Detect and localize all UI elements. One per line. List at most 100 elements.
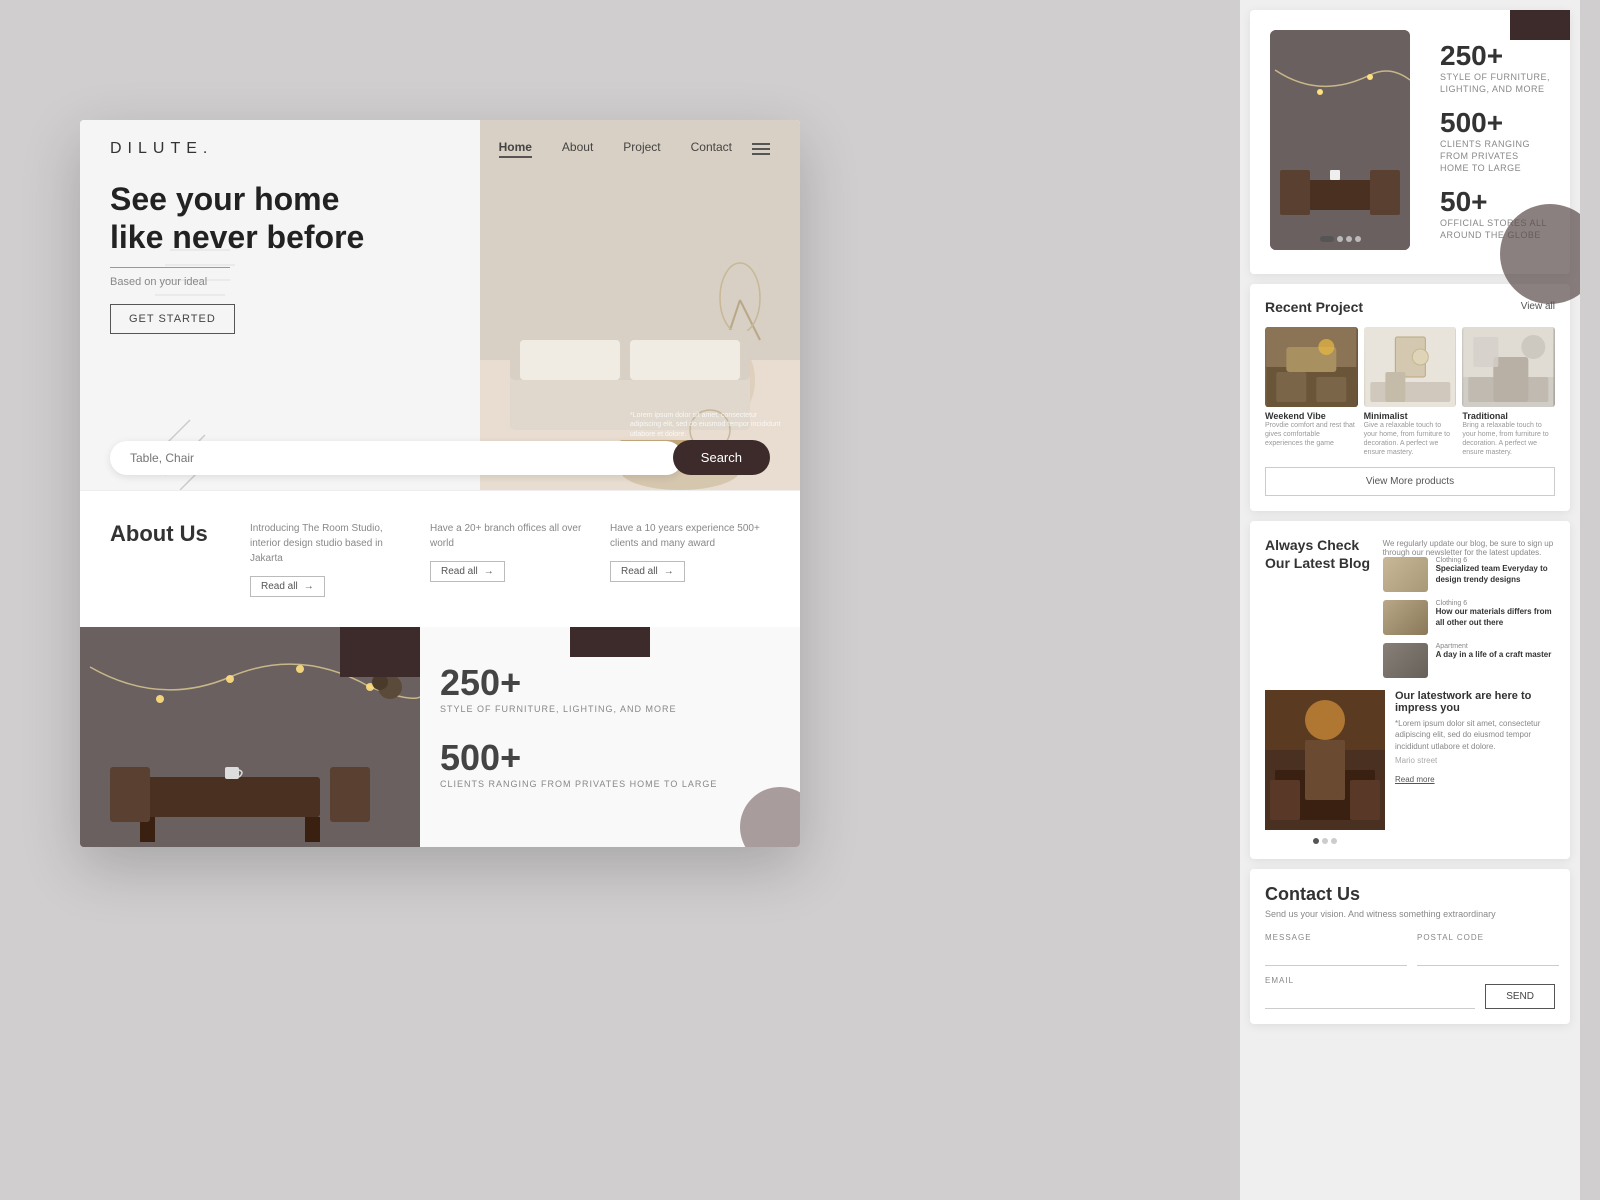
- stat-label-1: STYLE OF FURNITURE, LIGHTING, AND MORE: [440, 704, 780, 714]
- arrow-icon: →: [304, 581, 314, 592]
- dot-3[interactable]: [1346, 236, 1352, 242]
- form-row-1: MESSAGE POSTAL CODE: [1265, 933, 1555, 966]
- blog-item-title-2: How our materials differs from all other…: [1436, 607, 1555, 628]
- blog-section: Always Check Our Latest Blog We regularl…: [1250, 521, 1570, 859]
- project-image-3: [1462, 327, 1555, 407]
- blog-item-image-3: [1383, 643, 1428, 678]
- hero-section: DILUTE. Home About Project Contact: [80, 120, 800, 490]
- stats-card-image: [1270, 30, 1410, 250]
- brand-logo: DILUTE.: [110, 140, 213, 158]
- project-desc-3: Bring a relaxable touch to your home, fr…: [1462, 421, 1555, 457]
- about-items: Introducing The Room Studio, interior de…: [250, 521, 770, 597]
- project-desc-2: Give a relaxable touch to your home, fro…: [1364, 421, 1457, 457]
- nav-contact[interactable]: Contact: [691, 140, 732, 158]
- blog-author: Mario street: [1395, 756, 1555, 765]
- postal-input[interactable]: [1417, 945, 1559, 966]
- website-mockup: DILUTE. Home About Project Contact: [80, 120, 800, 847]
- project-card-3: Traditional Bring a relaxable touch to y…: [1462, 327, 1555, 457]
- blog-section-title: Always Check Our Latest Blog: [1265, 536, 1371, 572]
- email-label: EMAIL: [1265, 976, 1475, 985]
- stat-number-2: 500+: [440, 737, 780, 779]
- arrow-icon: →: [484, 566, 494, 577]
- message-label: MESSAGE: [1265, 933, 1407, 942]
- right-stat-label-1: STYLE OF FURNITURE, LIGHTING, AND MORE: [1440, 72, 1550, 95]
- search-input-wrap: [110, 441, 683, 475]
- search-bar: Search: [110, 440, 770, 475]
- blog-carousel-dots: [1265, 838, 1385, 844]
- postal-group: POSTAL CODE: [1417, 933, 1559, 966]
- blog-item-title-3: A day in a life of a craft master: [1436, 650, 1555, 660]
- hero-content: See your home like never before Based on…: [110, 180, 390, 334]
- contact-title: Contact Us: [1265, 884, 1555, 905]
- view-more-button[interactable]: View More products: [1265, 467, 1555, 496]
- brown-accent: [1510, 10, 1570, 40]
- about-item-text-1: Introducing The Room Studio, interior de…: [250, 521, 410, 566]
- stats-card-inner: 250+ STYLE OF FURNITURE, LIGHTING, AND M…: [1270, 30, 1550, 254]
- blog-main-text: *Lorem ipsum dolor sit amet, consectetur…: [1395, 718, 1555, 752]
- recent-projects-header: Recent Project View all: [1265, 299, 1555, 315]
- about-item-3: Have a 10 years experience 500+ clients …: [610, 521, 770, 597]
- nav-links: Home About Project Contact: [499, 140, 732, 158]
- about-item-2: Have a 20+ branch offices all over world…: [430, 521, 590, 597]
- about-item-1: Introducing The Room Studio, interior de…: [250, 521, 410, 597]
- read-all-btn-3[interactable]: Read all →: [610, 561, 685, 582]
- right-stat-label-2: CLIENTS RANGING FROM PRIVATES HOME TO LA…: [1440, 139, 1550, 174]
- dot-2[interactable]: [1337, 236, 1343, 242]
- read-all-btn-2[interactable]: Read all →: [430, 561, 505, 582]
- brown-block: [340, 627, 420, 677]
- project-desc-1: Provdie comfort and rest that gives comf…: [1265, 421, 1358, 448]
- about-item-text-3: Have a 10 years experience 500+ clients …: [610, 521, 770, 551]
- project-card-2: Minimalist Give a relaxable touch to you…: [1364, 327, 1457, 457]
- blog-item-text-3: Apartment A day in a life of a craft mas…: [1436, 643, 1555, 660]
- blog-main-image: [1265, 690, 1385, 830]
- message-input[interactable]: [1265, 945, 1407, 966]
- nav-about[interactable]: About: [562, 140, 593, 158]
- blog-item-cat-1: Clothing 6: [1436, 557, 1555, 564]
- email-input[interactable]: [1265, 988, 1475, 1009]
- arrow-icon: →: [664, 566, 674, 577]
- lorem-text: *Lorem ipsum dolor sit amet, consectetur…: [630, 411, 790, 440]
- read-more-link[interactable]: Read more: [1395, 775, 1435, 784]
- nav-home[interactable]: Home: [499, 140, 532, 158]
- stat-number-1: 250+: [440, 662, 780, 704]
- recent-projects-section: Recent Project View all Weekend Vibe Pro…: [1250, 284, 1570, 511]
- blog-item-3: Apartment A day in a life of a craft mas…: [1383, 643, 1555, 678]
- blog-item-image-1: [1383, 557, 1428, 592]
- blog-item-image-2: [1383, 600, 1428, 635]
- blog-section-header: Always Check Our Latest Blog We regularl…: [1265, 536, 1555, 678]
- contact-subtitle: Send us your vision. And witness somethi…: [1265, 909, 1555, 919]
- blog-main-image-wrap: [1265, 690, 1385, 844]
- blog-dot-3[interactable]: [1331, 838, 1337, 844]
- contact-form: MESSAGE POSTAL CODE EMAIL SEND: [1265, 933, 1555, 1009]
- read-all-btn-1[interactable]: Read all →: [250, 576, 325, 597]
- send-button[interactable]: SEND: [1485, 984, 1555, 1009]
- get-started-button[interactable]: GET STARTED: [110, 304, 235, 334]
- projects-grid: Weekend Vibe Provdie comfort and rest th…: [1265, 327, 1555, 457]
- hero-title: See your home like never before: [110, 180, 390, 257]
- blog-item-1: Clothing 6 Specialized team Everyday to …: [1383, 557, 1555, 592]
- blog-dot-1[interactable]: [1313, 838, 1319, 844]
- blog-main-content: Our latestwork are here to impress you *…: [1395, 690, 1555, 844]
- right-stat-number-1: 250+: [1440, 40, 1550, 72]
- stats-col: 250+ STYLE OF FURNITURE, LIGHTING, AND M…: [420, 627, 800, 847]
- dot-4[interactable]: [1355, 236, 1361, 242]
- bottom-section: 250+ STYLE OF FURNITURE, LIGHTING, AND M…: [80, 627, 800, 847]
- blog-item-text-2: Clothing 6 How our materials differs fro…: [1436, 600, 1555, 628]
- nav-project[interactable]: Project: [623, 140, 660, 158]
- stat-label-2: CLIENTS RANGING FROM PRIVATES HOME TO LA…: [440, 779, 780, 789]
- search-button[interactable]: Search: [673, 440, 770, 475]
- hamburger-menu[interactable]: [752, 143, 770, 155]
- message-group: MESSAGE: [1265, 933, 1407, 966]
- blog-dot-2[interactable]: [1322, 838, 1328, 844]
- blog-section-desc: We regularly update our blog, be sure to…: [1383, 539, 1555, 557]
- dot-1[interactable]: [1320, 236, 1334, 242]
- navigation: DILUTE. Home About Project Contact: [80, 120, 800, 178]
- blog-item-cat-3: Apartment: [1436, 643, 1555, 650]
- right-panel: 250+ STYLE OF FURNITURE, LIGHTING, AND M…: [1240, 0, 1580, 1200]
- hero-subtitle: Based on your ideal: [110, 276, 390, 288]
- blog-item-title-1: Specialized team Everyday to design tren…: [1436, 564, 1555, 585]
- stat-item-1: 250+ STYLE OF FURNITURE, LIGHTING, AND M…: [440, 662, 780, 729]
- project-name-3: Traditional: [1462, 411, 1555, 421]
- deco-block: [570, 627, 650, 657]
- search-input[interactable]: [130, 451, 663, 465]
